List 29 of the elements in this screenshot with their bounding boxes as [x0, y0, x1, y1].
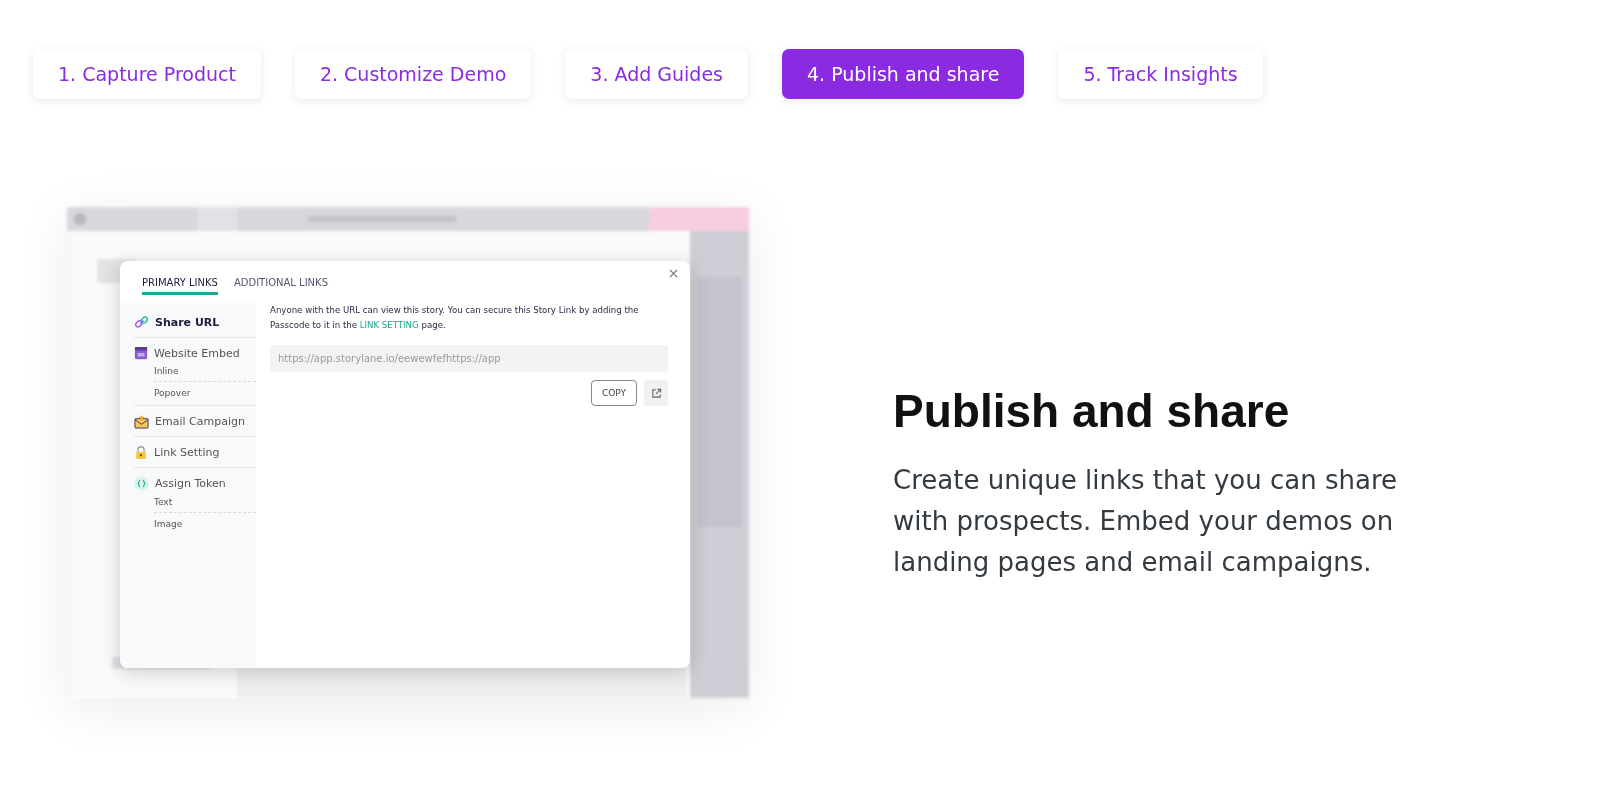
sidebar-item[interactable]: Link Setting [134, 445, 256, 460]
sidebar-subitem[interactable]: Text [154, 491, 256, 513]
envelope-icon [134, 414, 149, 429]
sidebar-item[interactable]: Share URL [134, 315, 256, 330]
braces-icon [134, 476, 149, 491]
sidebar-item[interactable]: Website Embed [134, 346, 256, 360]
link-icon [134, 315, 149, 330]
section-heading: Publish and share [893, 384, 1291, 438]
step-tab[interactable]: 5. Track Insights [1058, 49, 1263, 99]
sidebar-subitem[interactable]: Inline [154, 360, 256, 382]
padlock-icon [134, 445, 148, 460]
close-icon [669, 269, 678, 278]
sidebar-item[interactable]: Email Campaign [134, 414, 256, 429]
dialog-tab[interactable]: ADDITIONAL LINKS [233, 277, 328, 295]
share-description: Anyone with the URL can view this story. You can secure this Story Link by adding the Passcode to it in the LINK SETTING page. [270, 304, 640, 332]
section-description: Create unique links that you can share with prospects. Embed your demos on landing pages and email campaigns. [893, 464, 1399, 579]
sidebar-subitem[interactable]: Popover [154, 382, 256, 398]
step-tab[interactable]: 2. Customize Demo [294, 49, 532, 99]
external-link-icon [650, 387, 662, 399]
dialog-tab[interactable]: PRIMARY LINKS [142, 277, 218, 295]
step-tab[interactable]: 3. Add Guides [565, 49, 748, 99]
browser-window-icon [134, 346, 148, 360]
close-button[interactable] [667, 267, 680, 280]
copy-button[interactable]: COPY [590, 380, 637, 406]
sidebar-item[interactable]: Assign Token [134, 476, 256, 491]
sidebar-subitem[interactable]: Image [154, 513, 256, 529]
step-tab[interactable]: 4. Publish and share [782, 49, 1025, 99]
open-external-button[interactable] [644, 380, 668, 406]
step-tab[interactable]: 1. Capture Product [33, 49, 261, 99]
